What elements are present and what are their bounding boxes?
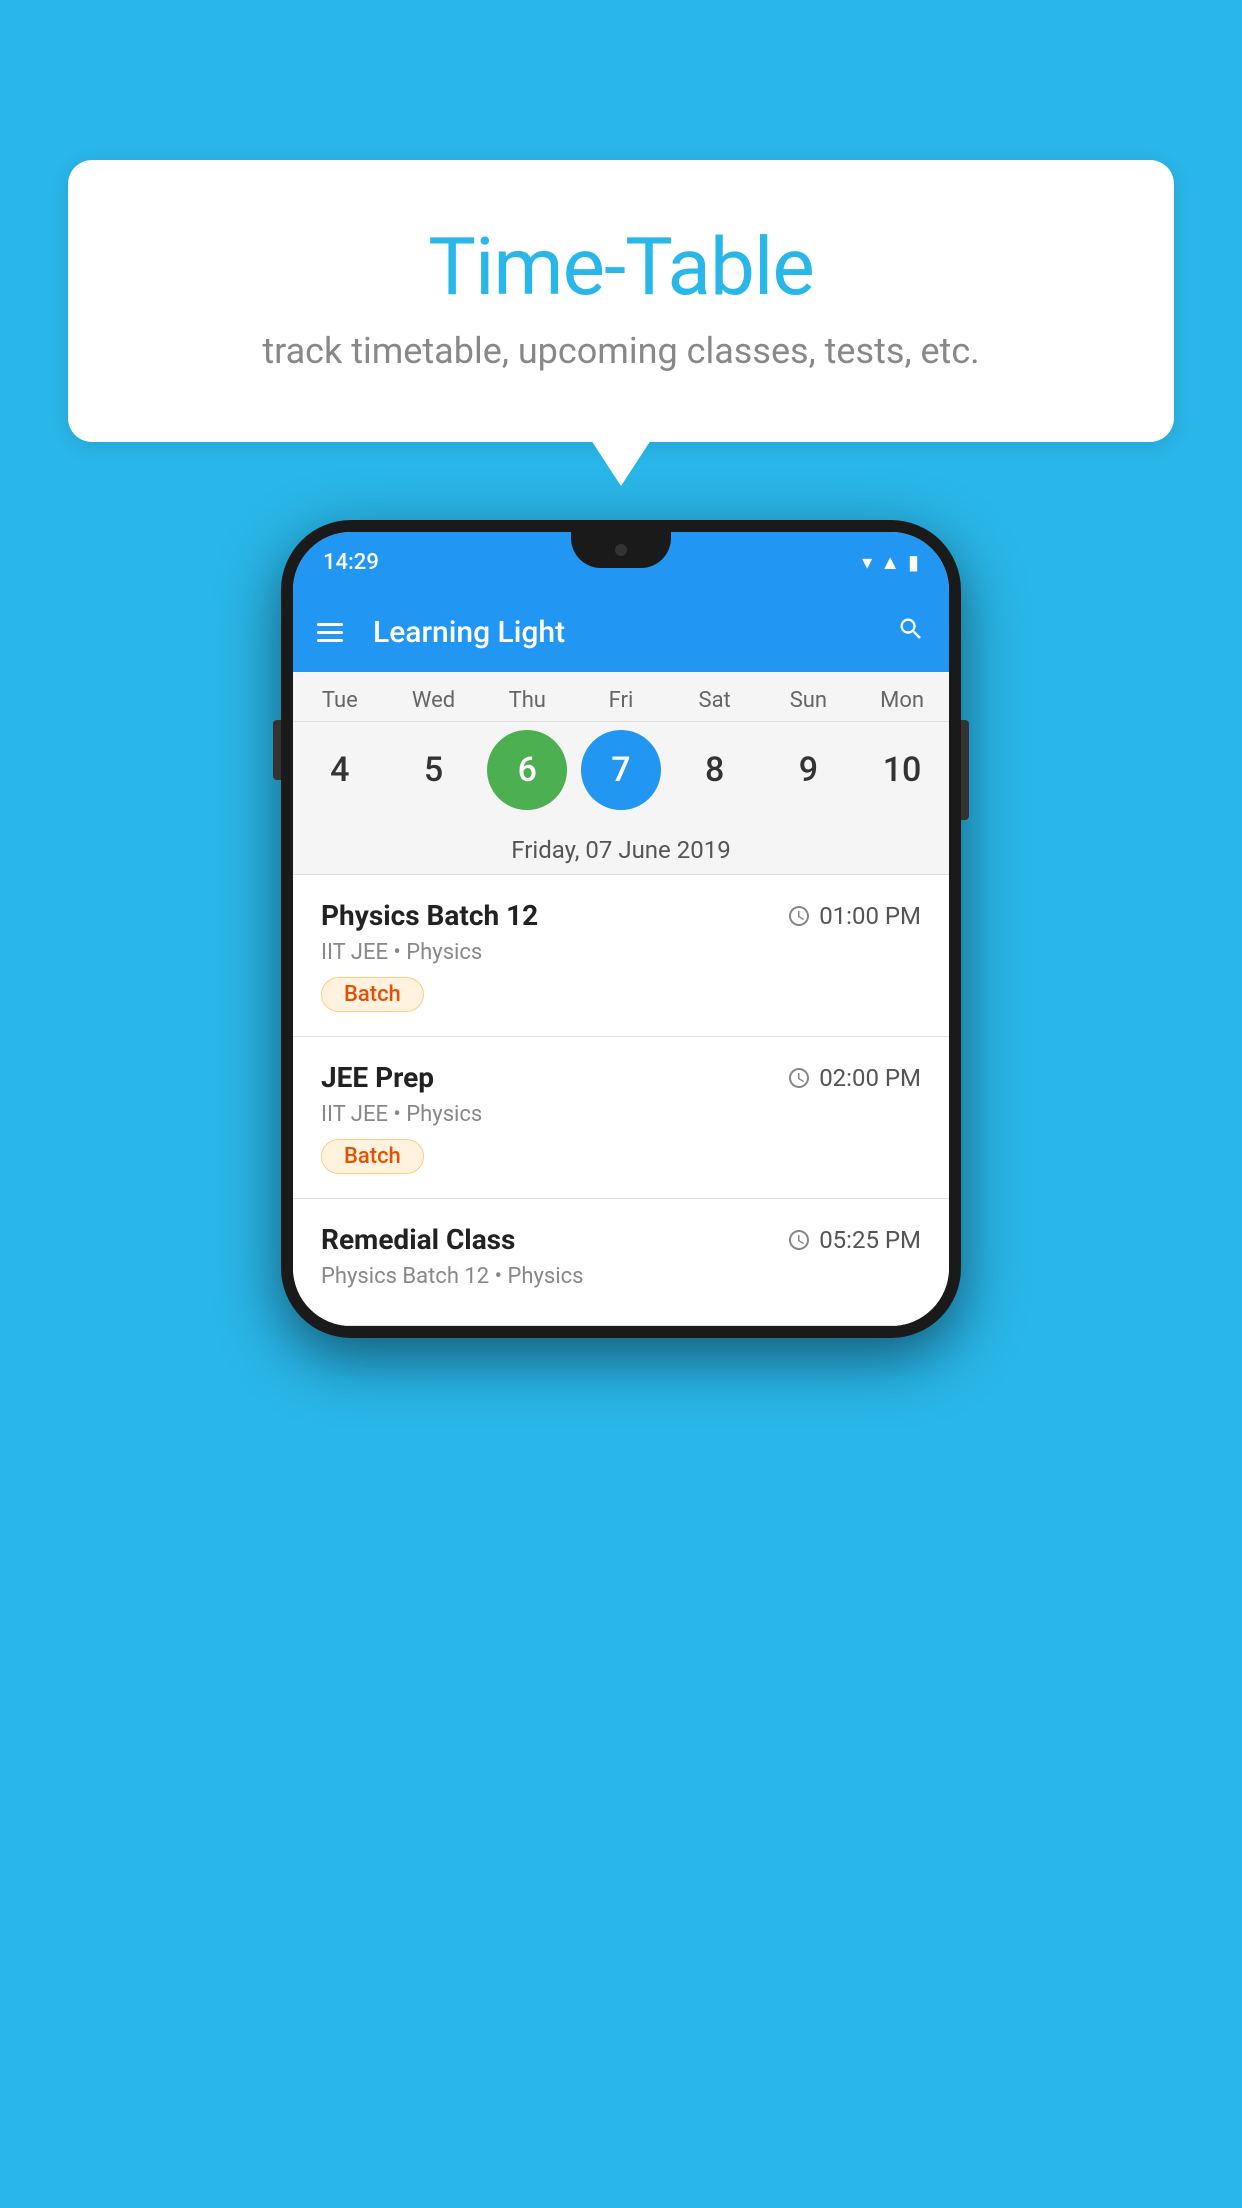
schedule-item-2[interactable]: JEE Prep 02:00 PM IIT JEE • Physics Batc… (293, 1037, 949, 1199)
schedule-item-1[interactable]: Physics Batch 12 01:00 PM IIT JEE • Phys… (293, 875, 949, 1037)
schedule-list: Physics Batch 12 01:00 PM IIT JEE • Phys… (293, 875, 949, 1326)
app-title: Learning Light (363, 615, 877, 650)
schedule-subtitle-2: IIT JEE • Physics (321, 1102, 921, 1127)
day-wed: Wed (394, 688, 474, 713)
day-thu: Thu (487, 688, 567, 713)
status-icons: ▾ ▲ ▮ (862, 550, 919, 575)
schedule-title-1: Physics Batch 12 (321, 899, 538, 932)
date-10[interactable]: 10 (862, 730, 942, 810)
time-label-2: 02:00 PM (819, 1064, 921, 1092)
calendar-days-header: Tue Wed Thu Fri Sat Sun Mon (293, 672, 949, 722)
phone-frame: 14:29 ▾ ▲ ▮ Learning Light (281, 520, 961, 1338)
status-bar: 14:29 ▾ ▲ ▮ (293, 532, 949, 592)
date-8[interactable]: 8 (675, 730, 755, 810)
selected-date-label: Friday, 07 June 2019 (293, 826, 949, 875)
battery-icon: ▮ (908, 550, 919, 574)
wifi-icon: ▾ (862, 550, 872, 574)
hamburger-line-2 (317, 631, 343, 634)
search-icon[interactable] (897, 615, 925, 650)
hamburger-line-3 (317, 639, 343, 642)
hamburger-line-1 (317, 623, 343, 626)
phone-mockup: 14:29 ▾ ▲ ▮ Learning Light (281, 520, 961, 1338)
day-fri: Fri (581, 688, 661, 713)
time-label-3: 05:25 PM (819, 1226, 921, 1254)
speech-bubble-container: Time-Table track timetable, upcoming cla… (68, 160, 1174, 442)
notch (571, 532, 671, 568)
day-mon: Mon (862, 688, 942, 713)
time-label-1: 01:00 PM (819, 902, 921, 930)
schedule-subtitle-3: Physics Batch 12 • Physics (321, 1264, 921, 1289)
app-bar: Learning Light (293, 592, 949, 672)
bubble-subtitle: track timetable, upcoming classes, tests… (108, 330, 1134, 372)
schedule-item-3-header: Remedial Class 05:25 PM (321, 1223, 921, 1256)
date-4[interactable]: 4 (300, 730, 380, 810)
signal-icon: ▲ (880, 550, 900, 575)
day-tue: Tue (300, 688, 380, 713)
date-9[interactable]: 9 (768, 730, 848, 810)
day-sun: Sun (768, 688, 848, 713)
camera-dot (615, 544, 627, 556)
schedule-time-2: 02:00 PM (787, 1064, 921, 1092)
schedule-subtitle-1: IIT JEE • Physics (321, 940, 921, 965)
date-6-today[interactable]: 6 (487, 730, 567, 810)
speech-bubble: Time-Table track timetable, upcoming cla… (68, 160, 1174, 442)
date-7-selected[interactable]: 7 (581, 730, 661, 810)
bubble-title: Time-Table (108, 220, 1134, 314)
day-sat: Sat (675, 688, 755, 713)
hamburger-menu-icon[interactable] (317, 623, 343, 642)
schedule-item-1-header: Physics Batch 12 01:00 PM (321, 899, 921, 932)
calendar-dates-row: 4 5 6 7 8 9 10 (293, 722, 949, 826)
batch-badge-1: Batch (321, 977, 424, 1012)
date-5[interactable]: 5 (394, 730, 474, 810)
phone-screen: 14:29 ▾ ▲ ▮ Learning Light (293, 532, 949, 1326)
schedule-item-3[interactable]: Remedial Class 05:25 PM Physics Batch 12… (293, 1199, 949, 1326)
schedule-time-1: 01:00 PM (787, 902, 921, 930)
schedule-time-3: 05:25 PM (787, 1226, 921, 1254)
status-time: 14:29 (323, 550, 379, 575)
schedule-title-2: JEE Prep (321, 1061, 434, 1094)
batch-badge-2: Batch (321, 1139, 424, 1174)
schedule-title-3: Remedial Class (321, 1223, 515, 1256)
schedule-item-2-header: JEE Prep 02:00 PM (321, 1061, 921, 1094)
